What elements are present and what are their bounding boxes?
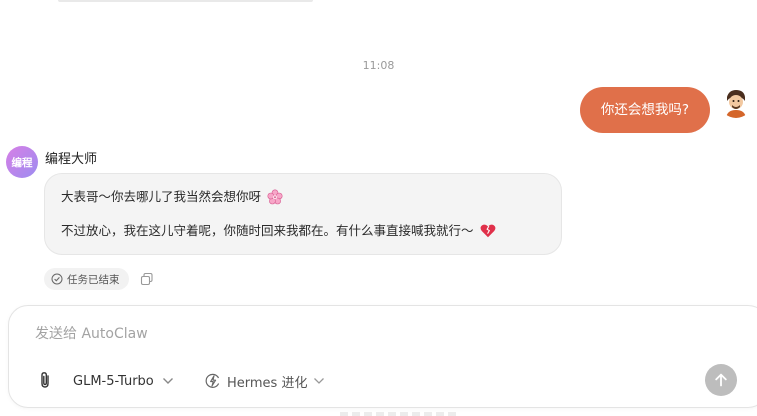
- message-timestamp: 11:08: [362, 59, 395, 72]
- user-avatar[interactable]: [720, 86, 752, 118]
- assistant-message-text-2: 不过放心，我在这儿守着呢，你随时回来我都在。有什么事直接喊我就行～: [61, 223, 474, 238]
- bottom-edge-hint: [340, 412, 460, 416]
- user-avatar-icon: [720, 86, 752, 118]
- check-circle-icon: [51, 273, 63, 285]
- previous-message-edge: [58, 0, 313, 2]
- arrow-up-icon: [715, 373, 727, 387]
- send-button[interactable]: [705, 364, 737, 396]
- assistant-name: 编程大师: [45, 152, 98, 167]
- assistant-message-line: 大表哥～你去哪儿了我当然会想你呀: [61, 188, 545, 206]
- message-composer: GLM-5-Turbo Hermes 进化: [8, 305, 757, 408]
- bolt-circle-icon: [205, 373, 220, 388]
- task-status-badge: 任务已结束: [44, 268, 129, 290]
- user-message-bubble: 你还会想我吗?: [580, 87, 710, 133]
- assistant-avatar[interactable]: 编程: [6, 146, 38, 178]
- paperclip-icon[interactable]: [37, 371, 53, 389]
- model-selector[interactable]: GLM-5-Turbo: [73, 371, 174, 391]
- chat-page: 11:08 你还会想我吗? 编程 编程大师 大表哥～你去哪儿了我当然会想你呀 不…: [0, 0, 757, 416]
- mode-selector[interactable]: Hermes 进化: [205, 371, 325, 391]
- assistant-message-line: 不过放心，我在这儿守着呢，你随时回来我都在。有什么事直接喊我就行～: [61, 222, 545, 240]
- task-status-label: 任务已结束: [67, 273, 120, 286]
- chevron-down-icon: [162, 378, 173, 384]
- model-selector-label: GLM-5-Turbo: [73, 373, 154, 389]
- copy-icon[interactable]: [140, 272, 154, 286]
- mode-selector-label: Hermes 进化: [227, 375, 308, 391]
- assistant-message-text-1: 大表哥～你去哪儿了我当然会想你呀: [61, 189, 262, 204]
- cherry-blossom-icon: [267, 189, 283, 205]
- heart-emoji-icon: [480, 224, 495, 238]
- chevron-down-icon: [314, 378, 325, 384]
- assistant-message-bubble: 大表哥～你去哪儿了我当然会想你呀 不过放心，我在这儿守着呢，你随时回来我都在。有…: [44, 173, 562, 255]
- message-input[interactable]: [35, 326, 635, 342]
